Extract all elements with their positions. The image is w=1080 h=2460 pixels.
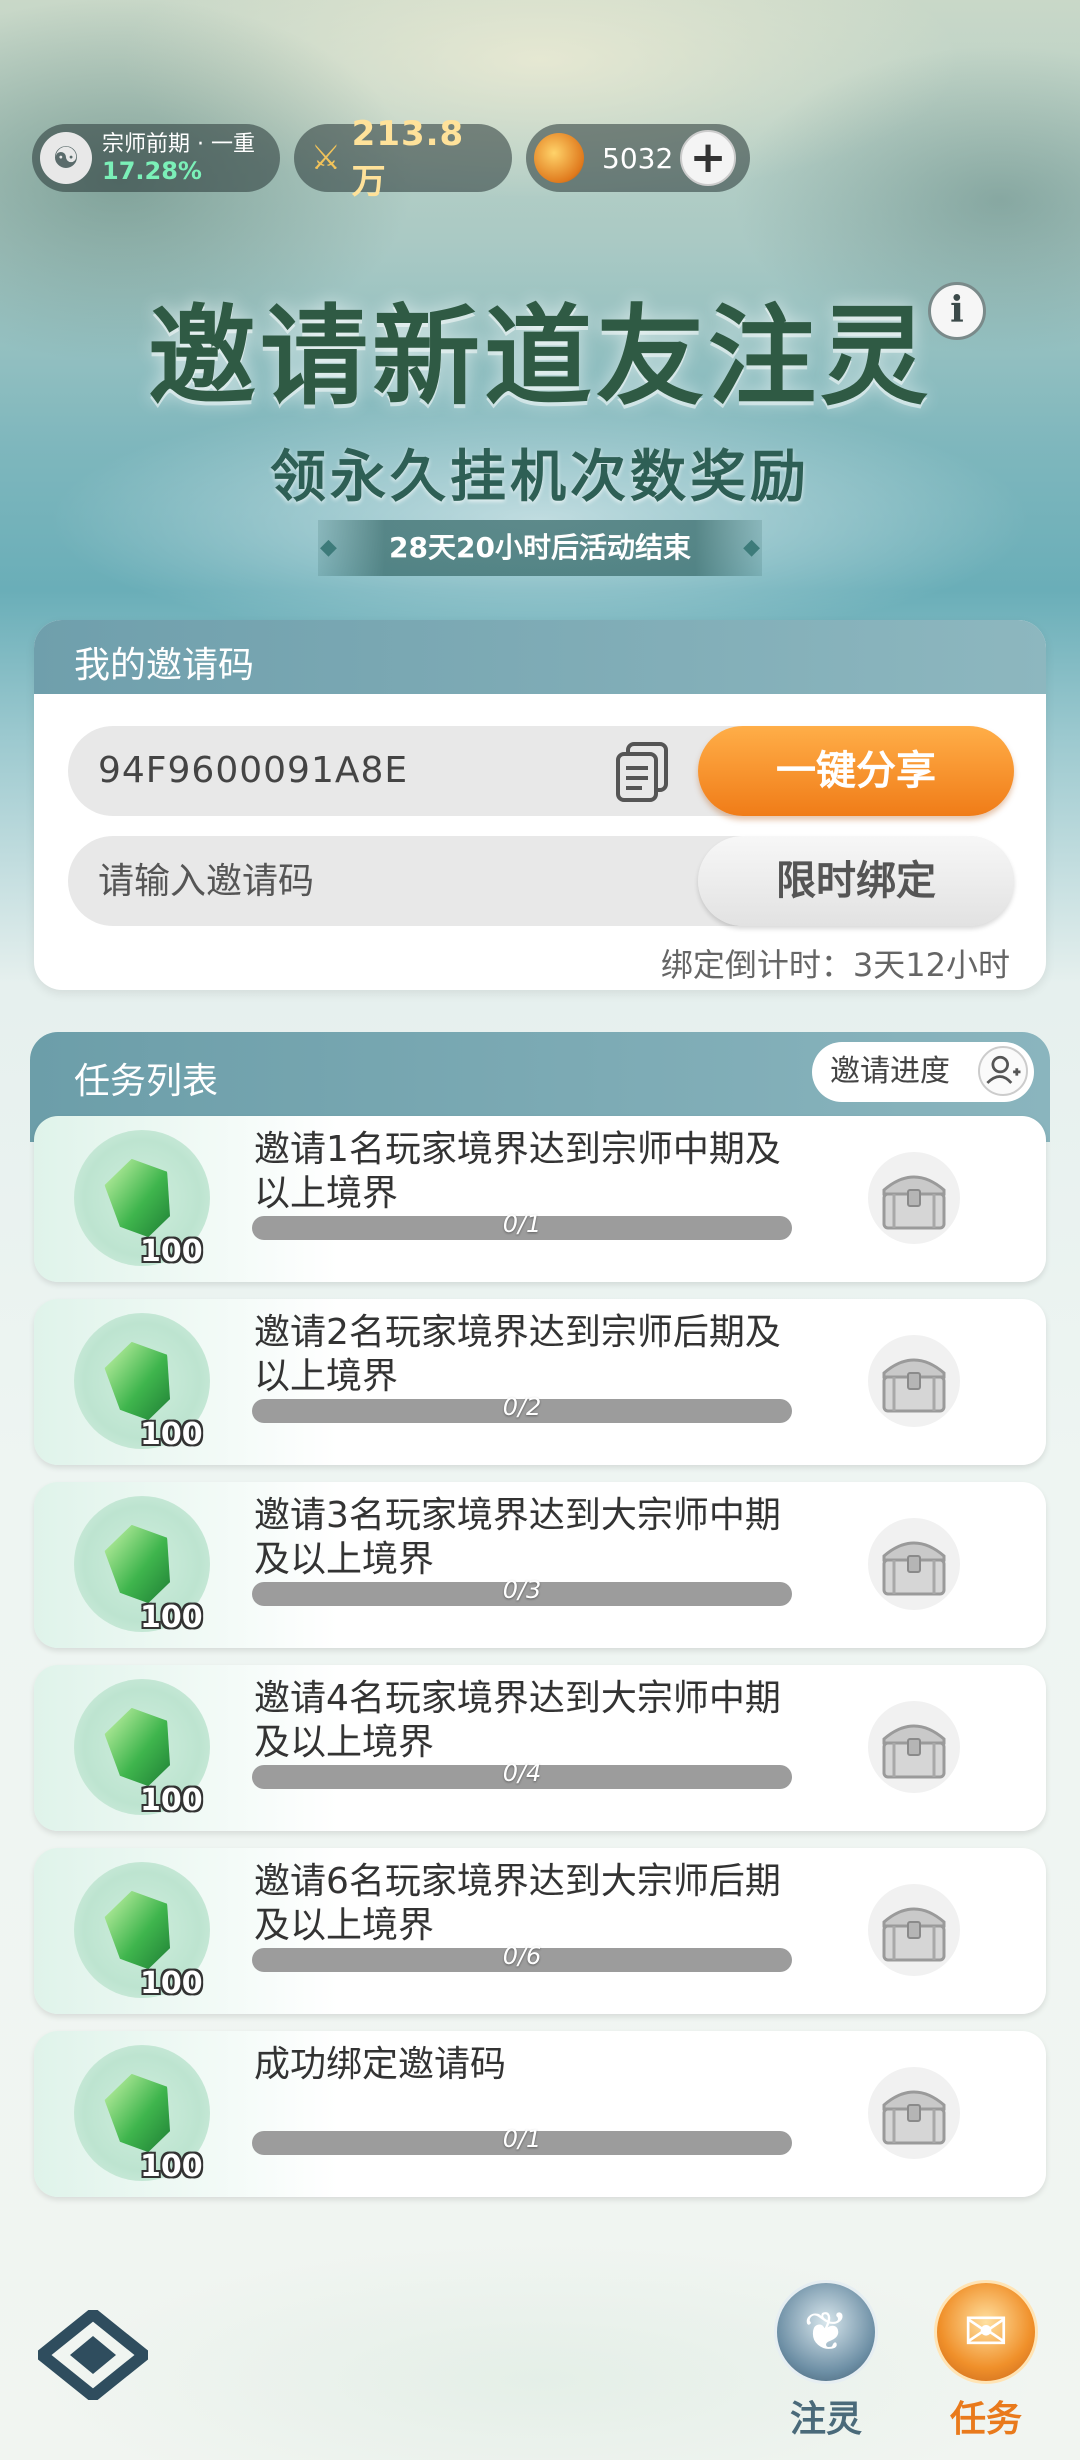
reward-quantity: 100 [140,1966,203,2001]
power-value: 213.8万 [351,113,465,202]
task-row[interactable]: 100 邀请4名玩家境界达到大宗师中期及以上境界 0/4 [34,1665,1046,1831]
task-progress-label: 0/2 [502,1393,542,1421]
reward-quantity: 100 [140,2149,203,2184]
task-row[interactable]: 100 邀请1名玩家境界达到宗师中期及以上境界 0/1 [34,1116,1046,1282]
reward-item[interactable]: 100 [74,2045,210,2184]
reward-item[interactable]: 100 [74,1862,210,2001]
task-progress-bar: 0/3 [252,1576,792,1606]
currency-value: 5032 [602,141,674,175]
task-title: 邀请6名玩家境界达到大宗师后期及以上境界 [254,1861,781,1946]
swords-icon: ⚔ [310,138,342,178]
green-jade-icon [100,1884,179,1976]
nav-spirit[interactable]: ❦ 注灵 [766,2280,886,2440]
treasure-chest-icon[interactable] [864,1333,964,1429]
coin-icon [534,133,584,183]
task-title: 邀请4名玩家境界达到大宗师中期及以上境界 [254,1678,781,1763]
treasure-chest-icon[interactable] [864,2065,964,2161]
invite-code-input[interactable] [98,836,678,926]
reward-quantity: 100 [140,1417,203,1452]
bind-button[interactable]: 限时绑定 [698,836,1014,926]
rank-pill[interactable]: ☯ 宗师前期 · 一重 17.28% [32,124,280,192]
green-jade-icon [100,2067,179,2159]
reward-item[interactable]: 100 [74,1496,210,1635]
task-row[interactable]: 100 邀请6名玩家境界达到大宗师后期及以上境界 0/6 [34,1848,1046,2014]
invite-progress-button[interactable]: 邀请进度 [812,1042,1034,1102]
reward-item[interactable]: 100 [74,1679,210,1818]
currency-pill: 5032 + [526,124,750,192]
reward-item[interactable]: 100 [74,1313,210,1452]
treasure-chest-icon[interactable] [864,1150,964,1246]
copy-icon[interactable] [614,742,670,804]
rank-avatar-icon: ☯ [40,132,92,184]
task-title: 邀请3名玩家境界达到大宗师中期及以上境界 [254,1495,781,1580]
task-progress-label: 0/3 [502,1576,542,1604]
task-progress-bar: 0/1 [252,2125,792,2155]
game-logo-icon[interactable] [38,2310,148,2400]
task-progress-label: 0/6 [502,1942,542,1970]
reward-quantity: 100 [140,1783,203,1818]
task-list-title: 任务列表 [74,1061,219,1102]
task-row[interactable]: 100 成功绑定邀请码 0/1 [34,2031,1046,2197]
invite-section-title: 我的邀请码 [34,620,1046,694]
task-title: 邀请2名玩家境界达到宗师后期及以上境界 [254,1312,781,1397]
info-button[interactable]: i [928,282,986,340]
invite-code-row: 94F9600091A8E 一键分享 [68,726,1014,816]
page-title: 邀请新道友注灵 [147,294,932,420]
scroll-icon: ✉ [934,2280,1038,2384]
green-jade-icon [100,1518,179,1610]
invite-input-row: 限时绑定 [68,836,1014,926]
task-progress-label: 0/4 [502,1759,542,1787]
bind-countdown: 绑定倒计时：3天12小时 [660,946,1010,984]
treasure-chest-icon[interactable] [864,1882,964,1978]
rank-title: 宗师前期 · 一重 [102,132,255,157]
leaf-icon: ❦ [774,2280,878,2384]
reward-quantity: 100 [140,1234,203,1269]
task-title: 邀请1名玩家境界达到宗师中期及以上境界 [254,1129,781,1214]
person-add-icon [978,1046,1028,1096]
rank-progress: 17.28% [102,157,202,185]
page-subtitle: 领永久挂机次数奖励 [270,444,810,510]
reward-quantity: 100 [140,1600,203,1635]
nav-task-label: 任务 [949,2399,1022,2440]
task-progress-label: 0/1 [502,1210,542,1238]
add-currency-button[interactable]: + [680,130,736,186]
task-progress-label: 0/1 [502,2125,542,2153]
nav-task[interactable]: ✉ 任务 [926,2280,1046,2440]
task-row[interactable]: 100 邀请3名玩家境界达到大宗师中期及以上境界 0/3 [34,1482,1046,1648]
task-row[interactable]: 100 邀请2名玩家境界达到宗师后期及以上境界 0/2 [34,1299,1046,1465]
green-jade-icon [100,1152,179,1244]
nav-spirit-label: 注灵 [789,2399,862,2440]
task-progress-bar: 0/1 [252,1210,792,1240]
task-title: 成功绑定邀请码 [254,2044,507,2085]
share-button[interactable]: 一键分享 [698,726,1014,816]
invite-code-card: 我的邀请码 94F9600091A8E 一键分享 限时绑定 绑定倒计时：3天12… [34,620,1046,990]
power-pill: ⚔ 213.8万 [294,114,512,202]
event-countdown: 28天20小时后活动结束 [318,520,762,576]
task-progress-bar: 0/4 [252,1759,792,1789]
treasure-chest-icon[interactable] [864,1516,964,1612]
invite-code-value: 94F9600091A8E [98,750,409,791]
status-bar: ☯ 宗师前期 · 一重 17.28% ⚔ 213.8万 5032 + [32,114,750,202]
green-jade-icon [100,1701,179,1793]
task-progress-bar: 0/2 [252,1393,792,1423]
reward-item[interactable]: 100 [74,1130,210,1269]
invite-progress-label: 邀请进度 [830,1054,950,1089]
green-jade-icon [100,1335,179,1427]
treasure-chest-icon[interactable] [864,1699,964,1795]
task-progress-bar: 0/6 [252,1942,792,1972]
